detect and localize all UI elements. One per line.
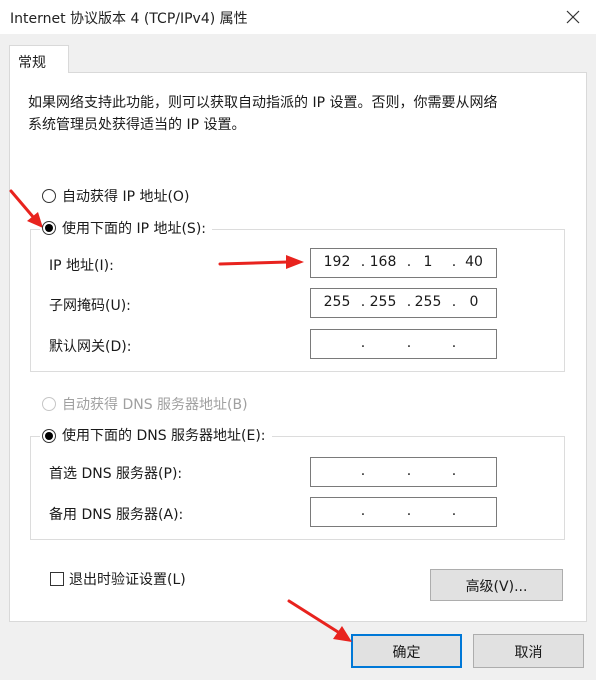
gateway-dot: . <box>360 335 366 351</box>
dns-dot: . <box>406 503 412 519</box>
ip-address-label: IP 地址(I): <box>49 258 114 274</box>
gateway-dot: . <box>406 335 412 351</box>
dns-manual-radio[interactable] <box>42 429 56 443</box>
intro-text: 如果网络支持此功能，则可以获取自动指派的 IP 设置。否则，你需要从网络 系统管… <box>28 92 568 136</box>
gateway-label: 默认网关(D): <box>49 339 132 355</box>
ip-auto-label[interactable]: 自动获得 IP 地址(O) <box>62 186 189 206</box>
subnet-mask-label: 子网掩码(U): <box>49 298 131 314</box>
cancel-button[interactable]: 取消 <box>473 634 584 668</box>
ok-button-label: 确定 <box>392 645 421 661</box>
dns-dot: . <box>360 463 366 479</box>
alternate-dns-label: 备用 DNS 服务器(A): <box>49 507 184 523</box>
ip-octet-4: 40 <box>465 254 483 270</box>
title-bar: Internet 协议版本 4 (TCP/IPv4) 属性 <box>0 0 596 34</box>
dns-auto-label[interactable]: 自动获得 DNS 服务器地址(B) <box>62 394 248 414</box>
ok-button[interactable]: 确定 <box>351 634 462 668</box>
advanced-button-label: 高级(V)... <box>465 579 528 595</box>
tab-general[interactable]: 常规 <box>9 45 69 73</box>
preferred-dns-label: 首选 DNS 服务器(P): <box>49 466 183 482</box>
intro-line-1: 如果网络支持此功能，则可以获取自动指派的 IP 设置。否则，你需要从网络 <box>28 95 498 111</box>
ip-address-input[interactable]: 192 . 168 . 1 . 40 <box>310 248 497 278</box>
ip-octet-3: 1 <box>423 254 433 270</box>
advanced-button[interactable]: 高级(V)... <box>430 569 563 601</box>
mask-octet-3: 255 <box>414 294 442 310</box>
dns-dot: . <box>451 503 457 519</box>
ip-octet-1: 192 <box>323 254 351 270</box>
ip-manual-label[interactable]: 使用下面的 IP 地址(S): <box>62 221 206 237</box>
dns-manual-legend: 使用下面的 DNS 服务器地址(E): <box>40 425 272 445</box>
mask-octet-1: 255 <box>323 294 351 310</box>
mask-octet-2: 255 <box>369 294 397 310</box>
close-icon <box>566 10 580 24</box>
ip-octet-2: 168 <box>369 254 397 270</box>
cancel-button-label: 取消 <box>514 645 543 661</box>
dns-dot: . <box>406 463 412 479</box>
dns-dot: . <box>451 463 457 479</box>
tab-general-label: 常规 <box>18 55 46 71</box>
intro-line-2: 系统管理员处获得适当的 IP 设置。 <box>28 117 246 133</box>
ip-manual-legend: 使用下面的 IP 地址(S): <box>40 218 212 238</box>
gateway-input[interactable]: . . . <box>310 329 497 359</box>
validate-label[interactable]: 退出时验证设置(L) <box>69 569 186 589</box>
dns-auto-radio[interactable] <box>42 397 56 411</box>
close-button[interactable] <box>550 0 596 34</box>
mask-octet-4: 0 <box>469 294 479 310</box>
validate-checkbox[interactable] <box>50 572 64 586</box>
alternate-dns-input[interactable]: . . . <box>310 497 497 527</box>
ip-auto-radio[interactable] <box>42 189 56 203</box>
dns-manual-label[interactable]: 使用下面的 DNS 服务器地址(E): <box>62 428 266 444</box>
ip-manual-radio[interactable] <box>42 221 56 235</box>
gateway-dot: . <box>451 335 457 351</box>
window-title: Internet 协议版本 4 (TCP/IPv4) 属性 <box>10 11 248 27</box>
subnet-mask-input[interactable]: 255 . 255 . 255 . 0 <box>310 288 497 318</box>
preferred-dns-input[interactable]: . . . <box>310 457 497 487</box>
dns-dot: . <box>360 503 366 519</box>
